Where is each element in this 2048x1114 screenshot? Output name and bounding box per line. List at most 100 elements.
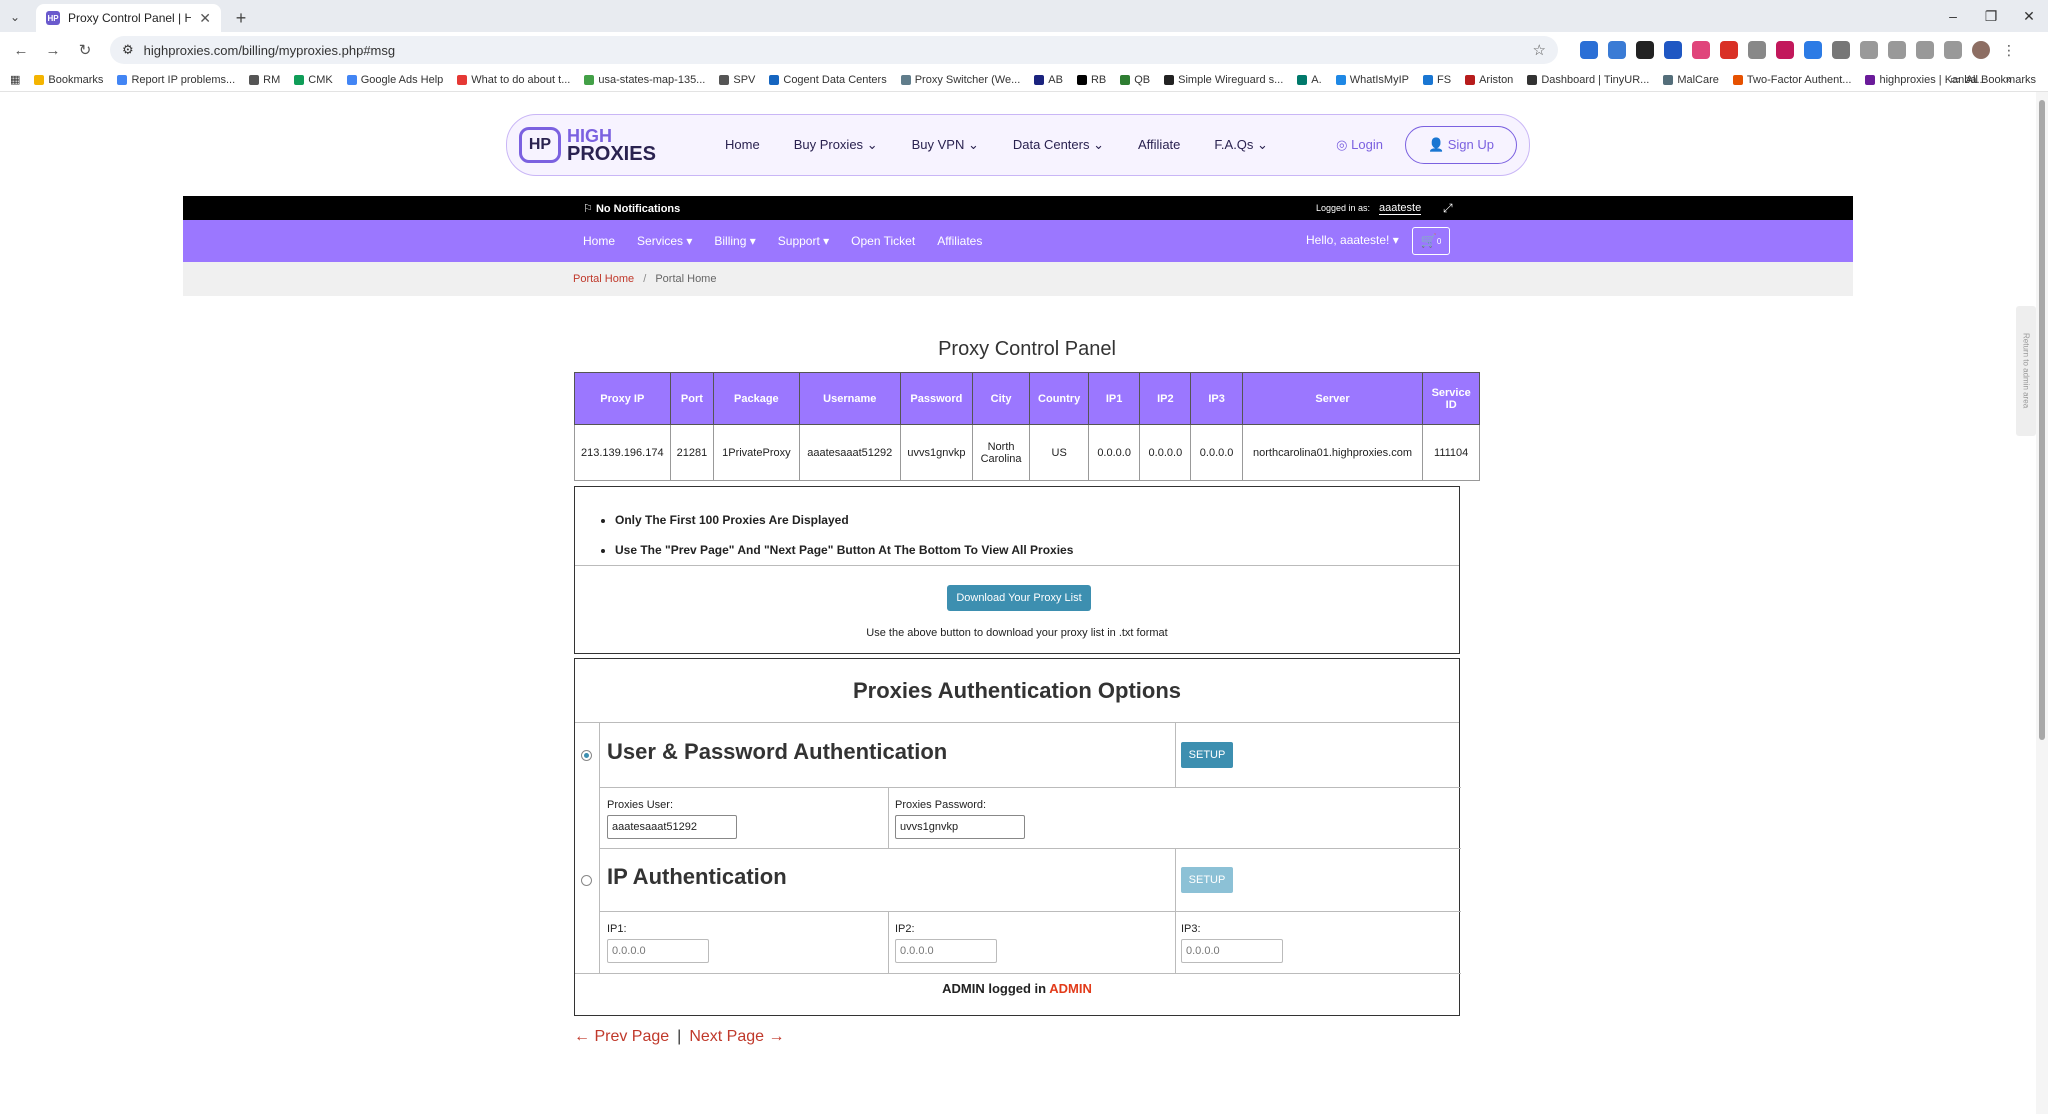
bookmark-item[interactable]: Cogent Data Centers xyxy=(769,74,887,86)
apps-icon[interactable]: ▦ xyxy=(10,73,20,86)
ip1-input[interactable] xyxy=(607,939,709,963)
scrollbar-thumb[interactable] xyxy=(2039,100,2045,740)
extension-icon[interactable] xyxy=(1748,41,1766,59)
cell-username: aaatesaaat51292 xyxy=(798,424,901,481)
media-icon[interactable] xyxy=(1916,41,1934,59)
site-nav-affiliate[interactable]: Affiliate xyxy=(1138,137,1180,153)
bookmark-item[interactable]: RM xyxy=(249,74,280,86)
divider xyxy=(1175,723,1176,787)
bookmark-item[interactable]: MalCare xyxy=(1663,74,1719,86)
bookmark-item[interactable]: RB xyxy=(1076,74,1106,86)
browser-tab[interactable]: HP Proxy Control Panel | High Prox ✕ xyxy=(36,4,221,32)
ip3-input[interactable] xyxy=(1181,939,1283,963)
extension-icon[interactable] xyxy=(1804,41,1822,59)
login-link[interactable]: ◎ Login xyxy=(1336,137,1383,153)
site-nav-data-centers[interactable]: Data Centers ⌄ xyxy=(1013,137,1104,153)
prev-page-link[interactable]: ← Prev Page xyxy=(574,1028,669,1046)
bookmark-item[interactable]: Proxy Switcher (We... xyxy=(900,73,1021,86)
forward-icon[interactable]: → xyxy=(40,37,66,63)
bookmark-item[interactable]: WhatIsMyIP xyxy=(1335,74,1409,86)
profile-avatar[interactable] xyxy=(1972,41,1990,59)
bookmark-item[interactable]: Two-Factor Authent... xyxy=(1732,74,1851,86)
admin-prefix: ADMIN logged in xyxy=(942,981,1047,996)
ip-auth-radio[interactable] xyxy=(581,875,592,886)
col-server: Server xyxy=(1241,372,1424,425)
proxies-password-input[interactable] xyxy=(895,815,1025,839)
next-page-link[interactable]: Next Page → xyxy=(689,1028,784,1046)
bookmark-item[interactable]: Bookmarks xyxy=(34,74,103,86)
cart-button[interactable]: 🛒 0 xyxy=(1412,227,1450,255)
bookmark-item[interactable]: Ariston xyxy=(1465,74,1513,86)
bookmark-item[interactable]: QB xyxy=(1120,74,1150,86)
bookmark-item[interactable]: A. xyxy=(1297,74,1322,86)
bookmark-item[interactable]: SPV xyxy=(719,74,755,86)
client-nav-support[interactable]: Support ▾ xyxy=(778,234,829,248)
account-menu[interactable]: Hello, aaateste! ▾ xyxy=(1306,233,1399,247)
ip-setup-button[interactable]: SETUP xyxy=(1181,867,1233,893)
ip2-input[interactable] xyxy=(895,939,997,963)
bookmark-item[interactable]: usa-states-map-135... xyxy=(584,74,705,86)
bookmark-item[interactable]: Google Ads Help xyxy=(346,74,443,86)
info-bullet: Only The First 100 Proxies Are Displayed xyxy=(615,505,1073,535)
page-scrollbar[interactable] xyxy=(2036,92,2048,1114)
client-nav-affiliates[interactable]: Affiliates xyxy=(937,234,982,248)
signup-button[interactable]: 👤 Sign Up xyxy=(1404,126,1517,164)
site-favicon-icon: HP xyxy=(46,11,60,25)
client-nav-home[interactable]: Home xyxy=(583,234,615,248)
bookmark-item[interactable]: CMK xyxy=(294,74,333,86)
cell-city: North Carolina xyxy=(971,424,1031,481)
address-bar[interactable]: ⚙ highproxies.com/billing/myproxies.php#… xyxy=(110,36,1558,64)
bookmark-label: Proxy Switcher (We... xyxy=(914,73,1021,86)
bookmark-item[interactable]: AB xyxy=(1034,74,1063,86)
bookmark-favicon-icon xyxy=(900,74,911,85)
bookmark-item[interactable]: Report IP problems... xyxy=(117,74,235,86)
extension-icon[interactable] xyxy=(1664,41,1682,59)
site-nav-home[interactable]: Home xyxy=(725,137,760,153)
proxies-user-input[interactable] xyxy=(607,815,737,839)
extension-icon[interactable] xyxy=(1720,41,1738,59)
site-logo[interactable]: HP HIGH PROXIES xyxy=(519,127,679,164)
switch-user-icon[interactable]: ⤢ xyxy=(1443,201,1453,216)
password-icon[interactable] xyxy=(1860,41,1878,59)
site-nav-buy-proxies[interactable]: Buy Proxies ⌄ xyxy=(794,137,878,153)
client-nav-billing[interactable]: Billing ▾ xyxy=(714,234,755,248)
extension-icon[interactable] xyxy=(1776,41,1794,59)
payment-icon[interactable] xyxy=(1888,41,1906,59)
client-nav-open-ticket[interactable]: Open Ticket xyxy=(851,234,915,248)
breadcrumb-current: Portal Home xyxy=(655,273,717,285)
extensions-puzzle-icon[interactable] xyxy=(1832,41,1850,59)
reading-list-icon[interactable] xyxy=(1944,41,1962,59)
pager-separator: | xyxy=(677,1028,682,1045)
return-to-admin-tab[interactable]: Return to admin area xyxy=(2016,306,2036,436)
bookmark-item[interactable]: What to do about t... xyxy=(457,74,570,86)
site-nav-buy-vpn[interactable]: Buy VPN ⌄ xyxy=(912,137,979,153)
extension-icon[interactable] xyxy=(1580,41,1598,59)
back-icon[interactable]: ← xyxy=(8,37,34,63)
client-nav-services[interactable]: Services ▾ xyxy=(637,234,692,248)
bookmark-item[interactable]: Simple Wireguard s... xyxy=(1164,74,1283,86)
breadcrumb-home[interactable]: Portal Home xyxy=(573,273,634,285)
user-pass-auth-radio[interactable] xyxy=(581,750,592,761)
minimize-icon[interactable]: – xyxy=(1934,0,1972,32)
user-pass-setup-button[interactable]: SETUP xyxy=(1181,742,1233,768)
bookmark-star-icon[interactable]: ☆ xyxy=(1533,41,1546,59)
site-nav-faqs[interactable]: F.A.Qs ⌄ xyxy=(1214,137,1268,153)
extension-icon[interactable] xyxy=(1636,41,1654,59)
site-info-icon[interactable]: ⚙ xyxy=(122,42,134,58)
reload-icon[interactable]: ↻ xyxy=(72,37,98,63)
extension-icon[interactable] xyxy=(1692,41,1710,59)
bookmark-item[interactable]: Dashboard | TinyUR... xyxy=(1527,74,1649,86)
restore-icon[interactable]: ❐ xyxy=(1972,0,2010,32)
url-text[interactable]: highproxies.com/billing/myproxies.php#ms… xyxy=(144,43,1523,58)
menu-kebab-icon[interactable]: ⋮ xyxy=(2000,41,2018,59)
tab-close-icon[interactable]: ✕ xyxy=(199,10,211,27)
logged-in-user[interactable]: aaateste xyxy=(1379,202,1422,215)
bookmark-item[interactable]: FS xyxy=(1423,74,1451,86)
tab-list-icon[interactable]: ⌄ xyxy=(0,2,30,32)
close-window-icon[interactable]: ✕ xyxy=(2010,0,2048,32)
all-bookmarks-folder[interactable]: ▭ All Bookmarks xyxy=(1950,73,2036,87)
download-proxy-list-button[interactable]: Download Your Proxy List xyxy=(947,585,1091,611)
notifications-link[interactable]: ⚐ No Notifications xyxy=(583,202,680,215)
extension-icon[interactable] xyxy=(1608,41,1626,59)
new-tab-icon[interactable]: + xyxy=(227,4,255,32)
